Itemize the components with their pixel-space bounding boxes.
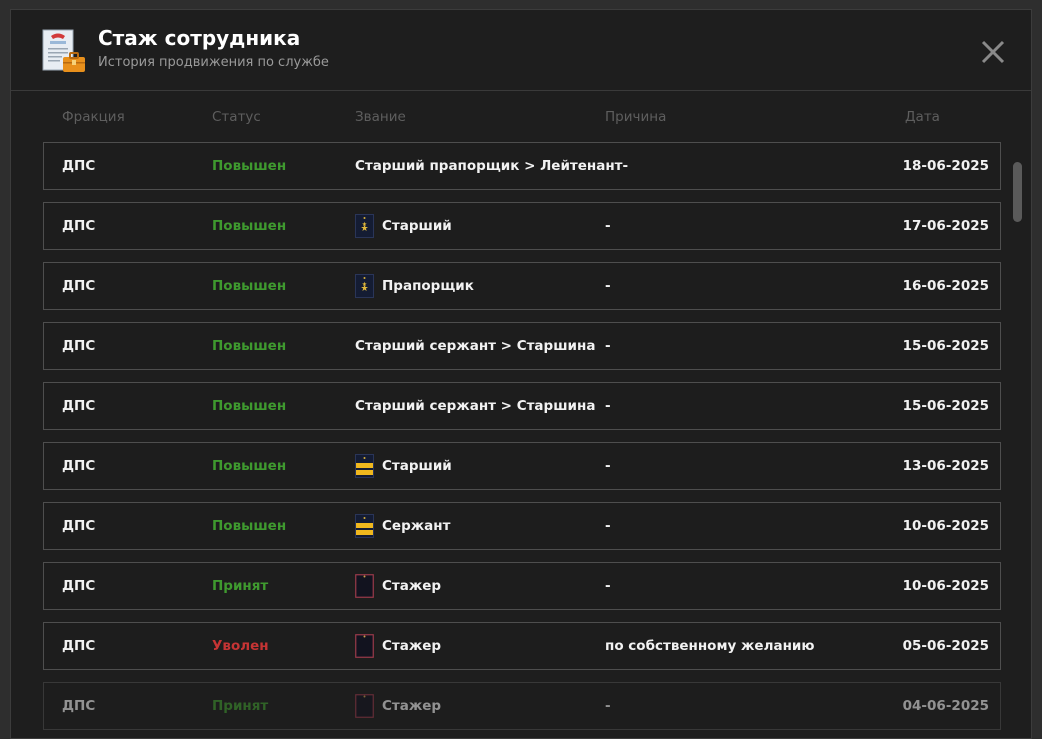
- column-header-date: Дата: [905, 109, 940, 125]
- row-date: 16-06-2025: [902, 278, 989, 294]
- history-row[interactable]: ДПС Принят Стажер - 04-06-2025: [43, 682, 1001, 730]
- row-rank: Стажер: [355, 573, 441, 599]
- svg-text:★: ★: [362, 281, 367, 288]
- row-date: 15-06-2025: [902, 338, 989, 354]
- row-reason: -: [605, 338, 611, 354]
- row-reason: -: [605, 578, 611, 594]
- row-date: 10-06-2025: [902, 518, 989, 534]
- row-date: 05-06-2025: [902, 638, 989, 654]
- row-date: 04-06-2025: [902, 698, 989, 714]
- history-row[interactable]: ДПС Повышен ★ ★ Прапорщик - 16-06-2025: [43, 262, 1001, 310]
- row-rank-label: Старший сержант > Старшина: [355, 398, 596, 414]
- document-briefcase-icon: [42, 29, 85, 72]
- row-faction: ДПС: [62, 578, 96, 594]
- row-rank: Стажер: [355, 633, 441, 659]
- history-row[interactable]: ДПС Повышен Старший прапорщик > Лейтенант-…: [43, 142, 1001, 190]
- row-status: Повышен: [212, 338, 287, 354]
- row-status: Повышен: [212, 278, 287, 294]
- row-status: Повышен: [212, 158, 287, 174]
- row-faction: ДПС: [62, 278, 96, 294]
- row-rank-label: Старший: [382, 218, 452, 234]
- row-faction: ДПС: [62, 698, 96, 714]
- window-title: Стаж сотрудника: [98, 26, 301, 50]
- gold-stripe-rank-icon: [355, 514, 374, 538]
- row-rank-label: Прапорщик: [382, 278, 474, 294]
- column-header-faction: Фракция: [62, 109, 125, 125]
- row-rank: Старший прапорщик > Лейтенант-: [355, 153, 628, 179]
- row-reason: -: [605, 458, 611, 474]
- row-rank: ★ ★ Старший: [355, 213, 452, 239]
- row-faction: ДПС: [62, 158, 96, 174]
- row-status: Повышен: [212, 458, 287, 474]
- row-rank: Сержант: [355, 513, 450, 539]
- history-row[interactable]: ДПС Уволен Стажер по собственному желанию 05…: [43, 622, 1001, 670]
- row-status: Принят: [212, 578, 269, 594]
- row-faction: ДПС: [62, 398, 96, 414]
- close-icon[interactable]: [975, 34, 1011, 70]
- column-header-rank: Звание: [355, 109, 406, 125]
- svg-text:★: ★: [362, 221, 367, 228]
- row-date: 18-06-2025: [902, 158, 989, 174]
- row-rank-label: Старший: [382, 458, 452, 474]
- row-rank-label: Старший прапорщик > Лейтенант-: [355, 158, 629, 174]
- row-reason: -: [605, 698, 611, 714]
- scrollbar[interactable]: [1011, 160, 1022, 730]
- row-rank-label: Стажер: [382, 638, 442, 654]
- history-row[interactable]: ДПС Повышен Старший сержант > Старшина - 15-…: [43, 322, 1001, 370]
- row-reason: -: [605, 398, 611, 414]
- row-reason: -: [605, 518, 611, 534]
- row-reason: по собственному желанию: [605, 638, 815, 654]
- history-row[interactable]: ДПС Повышен ★ ★ Старший - 17-06-2025: [43, 202, 1001, 250]
- row-status: Повышен: [212, 218, 287, 234]
- column-header-status: Статус: [212, 109, 261, 125]
- row-faction: ДПС: [62, 338, 96, 354]
- employee-seniority-window: Стаж сотрудника История продвижения по с…: [10, 9, 1032, 739]
- history-row[interactable]: ДПС Повышен Сержант - 10-06-2025: [43, 502, 1001, 550]
- row-rank: Старший сержант > Старшина: [355, 333, 595, 359]
- window-header: Стаж сотрудника История продвижения по с…: [11, 10, 1031, 91]
- row-reason: -: [605, 218, 611, 234]
- row-date: 15-06-2025: [902, 398, 989, 414]
- row-reason: -: [605, 278, 611, 294]
- row-rank-label: Старший сержант > Старшина: [355, 338, 596, 354]
- row-rank-label: Сержант: [382, 518, 451, 534]
- row-rank: ★ ★ Прапорщик: [355, 273, 474, 299]
- window-subtitle: История продвижения по службе: [98, 55, 329, 70]
- row-faction: ДПС: [62, 458, 96, 474]
- trainee-rank-icon: [355, 574, 374, 598]
- navy-star-rank-icon: ★ ★: [355, 274, 374, 298]
- history-row[interactable]: ДПС Повышен Старший сержант > Старшина - 15-…: [43, 382, 1001, 430]
- scrollbar-thumb[interactable]: [1013, 162, 1022, 222]
- row-status: Повышен: [212, 518, 287, 534]
- row-date: 10-06-2025: [902, 578, 989, 594]
- row-status: Повышен: [212, 398, 287, 414]
- row-faction: ДПС: [62, 218, 96, 234]
- row-rank: Старший: [355, 453, 452, 479]
- row-faction: ДПС: [62, 518, 96, 534]
- row-rank: Стажер: [355, 693, 441, 719]
- history-row[interactable]: ДПС Повышен Старший - 13-06-2025: [43, 442, 1001, 490]
- row-rank-label: Стажер: [382, 698, 442, 714]
- navy-star-rank-icon: ★ ★: [355, 214, 374, 238]
- row-faction: ДПС: [62, 638, 96, 654]
- row-date: 13-06-2025: [902, 458, 989, 474]
- column-header-reason: Причина: [605, 109, 667, 125]
- gold-stripe-rank-icon: [355, 454, 374, 478]
- row-status: Уволен: [212, 638, 269, 654]
- history-row[interactable]: ДПС Принят Стажер - 10-06-2025: [43, 562, 1001, 610]
- row-status: Принят: [212, 698, 269, 714]
- trainee-rank-icon: [355, 634, 374, 658]
- row-rank-label: Стажер: [382, 578, 442, 594]
- trainee-rank-icon: [355, 694, 374, 718]
- row-rank: Старший сержант > Старшина: [355, 393, 595, 419]
- row-date: 17-06-2025: [902, 218, 989, 234]
